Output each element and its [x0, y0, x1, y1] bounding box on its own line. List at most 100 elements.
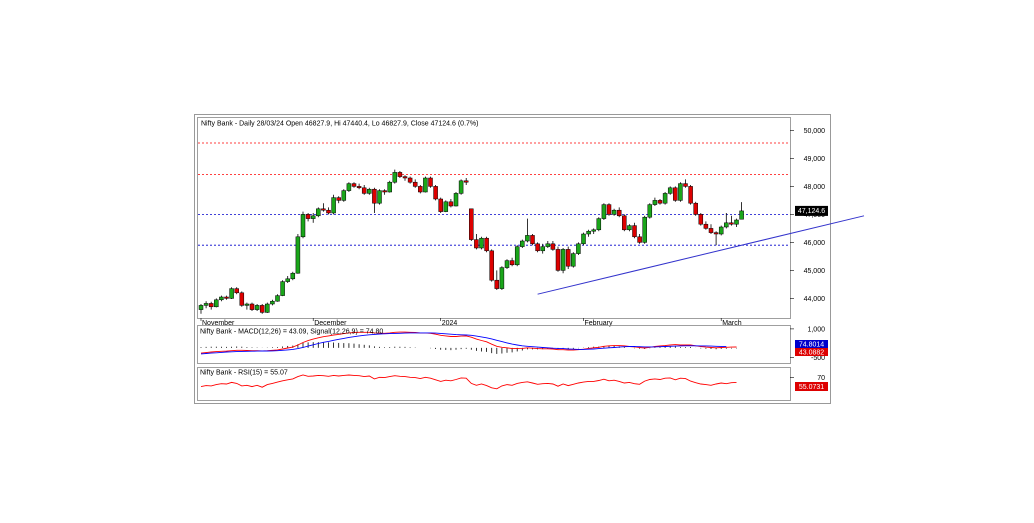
candle-body-102 [718, 226, 724, 235]
price-x-tick-label-1: December [314, 320, 347, 327]
candle-body-28 [341, 190, 347, 201]
candle-body-54 [474, 239, 479, 249]
candle-59 [499, 266, 505, 290]
candle-body-53 [469, 208, 474, 240]
candle-body-95 [683, 183, 688, 187]
candle-body-88 [647, 204, 653, 218]
candle-98 [698, 213, 704, 226]
price-y-tick-label-4: 48,000 [804, 184, 826, 191]
candle-body-85 [632, 225, 637, 238]
candle-66 [535, 242, 540, 253]
candle-body-87 [642, 216, 647, 243]
candle-body-90 [657, 200, 663, 204]
candle-body-81 [611, 209, 617, 215]
candle-body-48 [443, 201, 449, 212]
candle-body-16 [280, 281, 285, 296]
candle-body-65 [530, 235, 535, 245]
candle-87 [642, 215, 647, 244]
candle-body-32 [361, 187, 367, 194]
candle-body-105 [734, 219, 739, 225]
macd-title: Nifty Bank - MACD(12,26) = 43.09, Signal… [200, 329, 383, 336]
candle-80 [606, 203, 612, 216]
candle-63 [520, 239, 525, 248]
price-x-tick-label-3: February [585, 320, 614, 327]
candle-102 [718, 225, 724, 236]
candle-body-89 [652, 200, 658, 205]
candle-body-6 [229, 288, 234, 299]
candle-60 [504, 259, 510, 269]
candle-body-40 [402, 176, 408, 179]
candle-94 [678, 182, 683, 202]
candle-93 [673, 186, 678, 202]
candle-body-3 [214, 299, 219, 308]
price-x-tick-label-2: 2024 [442, 320, 458, 327]
candle-47 [438, 197, 443, 213]
candle-body-15 [275, 295, 280, 302]
candle-body-41 [407, 177, 413, 183]
candle-body-71 [560, 249, 566, 271]
candle-body-26 [331, 197, 336, 214]
candle-body-5 [224, 296, 229, 299]
candle-45 [428, 176, 433, 188]
candle-body-4 [219, 296, 224, 301]
candle-body-97 [693, 202, 698, 215]
candle-28 [341, 189, 347, 202]
candle-body-29 [346, 183, 352, 191]
candle-body-36 [382, 190, 387, 193]
candle-body-59 [499, 267, 505, 289]
price-y-tick-label-6: 50,000 [804, 128, 826, 135]
candle-body-47 [438, 198, 443, 212]
price-y-tick-label-2: 46,000 [804, 240, 826, 247]
candle-body-70 [555, 249, 561, 271]
candle-body-17 [285, 278, 290, 282]
candle-body-62 [514, 246, 520, 266]
price-x-tick-label-0: November [202, 320, 235, 327]
candle-body-78 [596, 218, 602, 231]
candle-body-56 [484, 237, 489, 252]
candle-body-72 [565, 249, 571, 267]
candle-body-94 [678, 183, 683, 201]
candle-body-27 [336, 197, 341, 201]
candle-body-51 [458, 180, 464, 194]
candle-body-60 [504, 260, 510, 268]
candle-body-34 [372, 188, 377, 204]
rsi-title: Nifty Bank - RSI(15) = 55.07 [200, 370, 288, 377]
candle-body-98 [698, 214, 704, 225]
candle-body-82 [616, 209, 622, 217]
price-y-tick-label-5: 49,000 [804, 156, 826, 163]
candle-18 [290, 271, 296, 281]
candle-body-1 [203, 303, 209, 306]
candle-body-100 [708, 228, 714, 233]
candle-body-25 [326, 209, 331, 214]
price-title: Nifty Bank - Daily 28/03/24 Open 46827.9… [201, 121, 478, 128]
candle-body-63 [520, 240, 525, 247]
rsi-value-label: 55.0731 [799, 384, 824, 391]
candle-51 [458, 179, 464, 195]
candle-body-46 [433, 186, 438, 200]
candle-body-31 [356, 186, 362, 189]
rsi-y-tick-label-0: 70 [817, 375, 825, 382]
candle-body-66 [535, 243, 540, 252]
candle-body-39 [397, 172, 403, 177]
candle-body-91 [662, 193, 668, 204]
candle-body-18 [290, 272, 296, 280]
candle-body-68 [545, 243, 551, 247]
candle-body-9 [244, 303, 250, 306]
candle-body-83 [622, 215, 627, 231]
candle-body-23 [316, 208, 321, 217]
candle-26 [331, 194, 336, 215]
candle-body-49 [448, 201, 454, 207]
candle-body-0 [198, 305, 204, 310]
price-x-tick-label-4: March [722, 320, 742, 327]
candle-73 [571, 252, 576, 268]
candle-55 [479, 236, 484, 250]
candle-79 [601, 203, 607, 220]
candle-88 [647, 203, 653, 219]
candle-20 [300, 211, 306, 239]
candle-12 [259, 304, 265, 314]
candle-body-74 [576, 243, 581, 254]
candle-body-103 [724, 222, 729, 228]
candle-body-58 [494, 279, 500, 289]
candle-19 [295, 234, 301, 274]
candle-48 [443, 200, 449, 213]
